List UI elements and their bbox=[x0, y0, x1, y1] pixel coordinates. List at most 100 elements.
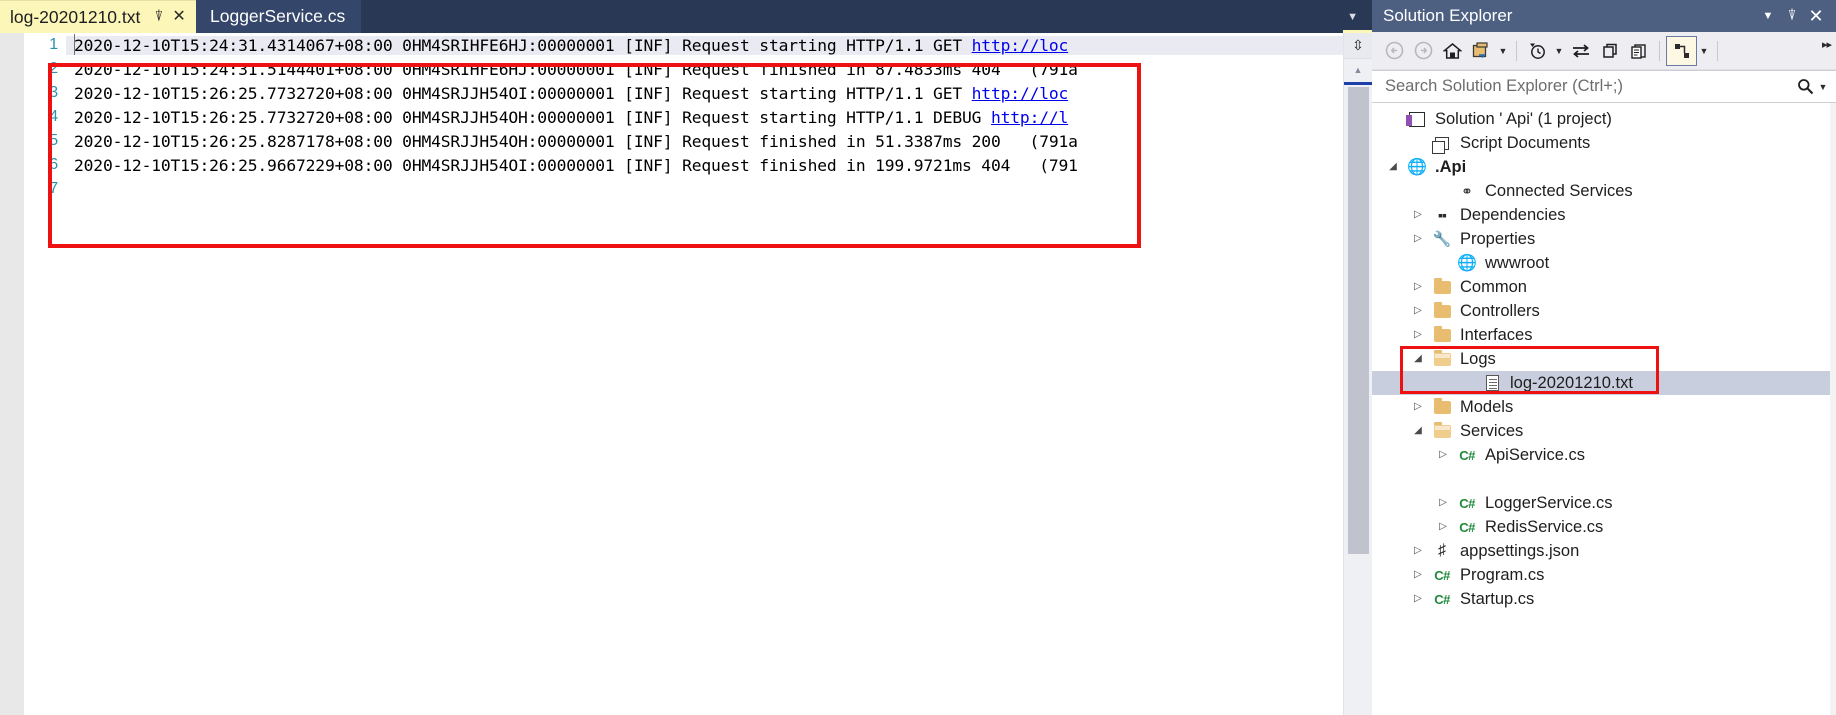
chevron-collapsed-icon[interactable]: ▷ bbox=[1407, 546, 1429, 556]
new-window-dropdown-caret[interactable]: ▼ bbox=[1496, 36, 1510, 66]
tree-item[interactable]: ▷ Controllers bbox=[1372, 299, 1836, 323]
tree-item-label: Program.cs bbox=[1460, 565, 1545, 584]
new-window-icon[interactable] bbox=[1467, 36, 1496, 66]
pin-icon[interactable]: ⍒ bbox=[1780, 2, 1804, 28]
chevron-collapsed-icon[interactable]: ▷ bbox=[1407, 594, 1429, 604]
chevron-collapsed-icon[interactable]: ▷ bbox=[1407, 282, 1429, 292]
chevron-expanded-icon[interactable]: ◢ bbox=[1407, 426, 1429, 436]
tab-loggerservice-cs[interactable]: LoggerService.cs bbox=[196, 0, 362, 33]
chevron-collapsed-icon[interactable]: ▷ bbox=[1407, 570, 1429, 580]
chevron-expanded-icon[interactable]: ◢ bbox=[1382, 162, 1404, 172]
code-pane[interactable]: 1 2020-12-10T15:24:31.4314067+08:00 0HM4S… bbox=[24, 33, 1343, 715]
tree-item[interactable]: ▷ Solution ' Api' (1 project) bbox=[1372, 107, 1836, 131]
toolbar-overflow-icon[interactable]: ▸▸ bbox=[1822, 38, 1832, 51]
tree-item-label: Interfaces bbox=[1460, 325, 1533, 344]
code-line[interactable]: 5 2020-12-10T15:26:25.8287178+08:00 0HM4S… bbox=[24, 129, 1343, 153]
visual-studio-window: log-20201210.txt ⍒ ✕ LoggerService.cs ▼ … bbox=[0, 0, 1836, 715]
folder-icon bbox=[1429, 301, 1455, 318]
line-text-plain: 2020-12-10T15:26:25.8287178+08:00 0HM4SR… bbox=[74, 131, 1078, 151]
code-line[interactable]: 7 bbox=[24, 177, 1343, 201]
expander-placeholder: ▷ bbox=[1432, 474, 1454, 484]
tree-item[interactable]: ◢ 🌐 .Api bbox=[1372, 155, 1836, 179]
chevron-collapsed-icon[interactable]: ▷ bbox=[1407, 330, 1429, 340]
url-link[interactable]: http://loc bbox=[972, 36, 1069, 55]
folder-icon bbox=[1429, 325, 1455, 342]
refresh-icon[interactable] bbox=[1595, 36, 1624, 66]
chevron-collapsed-icon[interactable]: ▷ bbox=[1407, 402, 1429, 412]
url-link[interactable]: http://loc bbox=[972, 84, 1069, 103]
code-line[interactable]: 6 2020-12-10T15:26:25.9667229+08:00 0HM4S… bbox=[24, 153, 1343, 177]
chevron-expanded-icon[interactable]: ◢ bbox=[1407, 354, 1429, 364]
tree-item-label: Common bbox=[1460, 277, 1527, 296]
tree-item[interactable]: ▷ C# Program.cs bbox=[1372, 563, 1836, 587]
split-pane-icon[interactable]: ⇳ bbox=[1344, 33, 1372, 59]
show-all-files-dropdown-caret[interactable]: ▼ bbox=[1697, 36, 1711, 66]
chevron-collapsed-icon[interactable]: ▷ bbox=[1407, 234, 1429, 244]
solution-tree-scroll-edge[interactable] bbox=[1830, 103, 1836, 715]
tree-item[interactable]: ▷ Common bbox=[1372, 275, 1836, 299]
tree-item-label: Dependencies bbox=[1460, 205, 1566, 224]
tree-item[interactable]: ▷ C# LoggerService.cs bbox=[1372, 491, 1836, 515]
toolbar-separator bbox=[1717, 40, 1718, 61]
tree-item[interactable]: ▷ ⚭ Connected Services bbox=[1372, 179, 1836, 203]
tab-log-20201210-txt[interactable]: log-20201210.txt ⍒ ✕ bbox=[0, 0, 197, 33]
back-arrow-icon[interactable] bbox=[1380, 36, 1409, 66]
close-icon[interactable]: ✕ bbox=[170, 9, 187, 25]
tree-item[interactable]: ▷ ♯ appsettings.json bbox=[1372, 539, 1836, 563]
collapse-all-icon[interactable] bbox=[1624, 36, 1653, 66]
code-line[interactable]: 2 2020-12-10T15:24:31.5144401+08:00 0HM4S… bbox=[24, 57, 1343, 81]
pending-changes-clock-icon[interactable] bbox=[1523, 36, 1552, 66]
chevron-collapsed-icon[interactable]: ▷ bbox=[1432, 498, 1454, 508]
tree-item[interactable]: ▷ log-20201210.txt bbox=[1372, 371, 1836, 395]
search-icon[interactable] bbox=[1794, 78, 1816, 95]
close-icon[interactable]: ✕ bbox=[1804, 3, 1828, 29]
tree-item[interactable]: ▷ C# RedisService.cs bbox=[1372, 515, 1836, 539]
dependencies-icon: ▪▪ bbox=[1438, 207, 1447, 223]
home-icon[interactable] bbox=[1438, 36, 1467, 66]
search-input[interactable] bbox=[1383, 76, 1794, 97]
tree-item[interactable]: ◢ Logs bbox=[1372, 347, 1836, 371]
scroll-up-arrow-icon[interactable]: ▲ bbox=[1344, 59, 1372, 81]
url-link[interactable]: http://l bbox=[991, 108, 1068, 127]
editor-gutter-strip bbox=[0, 33, 24, 715]
tree-item-label: Properties bbox=[1460, 229, 1536, 248]
editor-tab-strip: log-20201210.txt ⍒ ✕ LoggerService.cs ▼ bbox=[0, 0, 1372, 33]
tree-item[interactable]: ▷🌐 wwwroot bbox=[1372, 251, 1836, 275]
solution-explorer-search-row[interactable]: ▼ bbox=[1372, 70, 1836, 103]
editor-vertical-scrollbar[interactable]: ⇳ ▲ bbox=[1343, 33, 1372, 715]
tree-item[interactable]: ▷ Models bbox=[1372, 395, 1836, 419]
expander-placeholder: ▷ bbox=[1432, 258, 1454, 268]
forward-arrow-icon[interactable] bbox=[1409, 36, 1438, 66]
tree-item[interactable]: ▷ C# ApiService.cs bbox=[1372, 443, 1836, 467]
chevron-collapsed-icon[interactable]: ▷ bbox=[1432, 450, 1454, 460]
scrollbar-thumb[interactable] bbox=[1348, 87, 1369, 554]
tree-item-label: Solution ' Api' (1 project) bbox=[1435, 109, 1612, 128]
folder-icon bbox=[1429, 277, 1455, 294]
tree-item[interactable]: ◢ Services bbox=[1372, 419, 1836, 443]
folder-open-icon bbox=[1429, 421, 1455, 438]
tree-item[interactable]: ▷ C# Startup.cs bbox=[1372, 587, 1836, 611]
chevron-collapsed-icon[interactable]: ▷ bbox=[1407, 210, 1429, 220]
code-line[interactable]: 3 2020-12-10T15:26:25.7732720+08:00 0HM4S… bbox=[24, 81, 1343, 105]
solution-tree[interactable]: ▷ Solution ' Api' (1 project) ▷ Script Docu… bbox=[1372, 103, 1836, 715]
search-dropdown-caret[interactable]: ▼ bbox=[1816, 82, 1830, 92]
code-line[interactable]: 4 2020-12-10T15:26:25.7732720+08:00 0HM4S… bbox=[24, 105, 1343, 129]
json-file-icon: ♯ bbox=[1438, 542, 1446, 559]
tree-item[interactable]: ▷ Interfaces bbox=[1372, 323, 1836, 347]
chevron-collapsed-icon[interactable]: ▷ bbox=[1407, 306, 1429, 316]
chevron-collapsed-icon[interactable]: ▷ bbox=[1432, 522, 1454, 532]
show-all-files-icon[interactable] bbox=[1666, 35, 1697, 66]
tree-item[interactable]: ▷ Script Documents bbox=[1372, 131, 1836, 155]
line-number: 6 bbox=[49, 156, 58, 173]
code-line[interactable]: 1 2020-12-10T15:24:31.4314067+08:00 0HM4S… bbox=[24, 33, 1343, 57]
chevron-down-icon[interactable]: ▼ bbox=[1756, 3, 1780, 29]
tree-item[interactable]: ▷ ▪▪ Dependencies bbox=[1372, 203, 1836, 227]
sync-with-active-document-icon[interactable] bbox=[1566, 36, 1595, 66]
pin-icon[interactable]: ⍒ bbox=[154, 9, 170, 24]
tab-label: log-20201210.txt bbox=[10, 6, 141, 27]
pending-changes-dropdown-caret[interactable]: ▼ bbox=[1552, 36, 1566, 66]
toolbar-separator bbox=[1516, 40, 1517, 61]
tree-item[interactable]: ▷ 🔧 Properties bbox=[1372, 227, 1836, 251]
csharp-file-icon: C# bbox=[1459, 495, 1475, 511]
chevron-down-icon[interactable]: ▼ bbox=[1347, 0, 1358, 33]
